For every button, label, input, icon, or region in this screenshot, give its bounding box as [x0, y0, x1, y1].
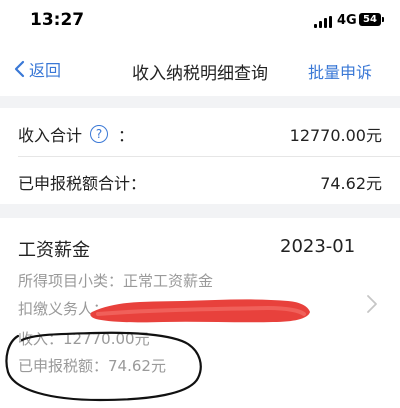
- status-time: 13:27: [30, 10, 85, 30]
- income-total-value: 12770.00元: [289, 126, 382, 145]
- income-total-colon: ：: [118, 126, 135, 145]
- income-total-row: 收入合计 ? ： 12770.00元: [0, 108, 400, 157]
- chevron-left-icon: [14, 60, 25, 78]
- record-period: 2023-01: [280, 236, 356, 257]
- income-total-label: 收入合计: [18, 126, 83, 145]
- tax-total-row: 已申报税额合计： 74.62元: [0, 156, 400, 204]
- income-total-label-group: 收入合计 ? ：: [18, 122, 134, 146]
- chevron-right-icon: [367, 295, 377, 313]
- record-subcategory: 所得项目小类：正常工资薪金: [18, 272, 214, 290]
- tax-total-value: 74.62元: [320, 174, 382, 193]
- hand-drawn-circle: [5, 331, 202, 402]
- tax-total-label: 已申报税额合计：: [18, 174, 147, 193]
- status-bar: 13:27 4G 54: [0, 0, 400, 44]
- section-gap: [0, 204, 400, 218]
- back-button[interactable]: 返回: [14, 58, 61, 80]
- redaction-scribble: [90, 299, 310, 323]
- battery-tip-icon: [382, 17, 384, 22]
- record-card[interactable]: 工资薪金 2023-01 所得项目小类：正常工资薪金 扣缴义务人： 收入：127…: [0, 218, 400, 403]
- nav-bar: 返回 收入纳税明细查询 批量申诉: [0, 44, 400, 96]
- summary-section: 收入合计 ? ： 12770.00元 已申报税额合计： 74.62元: [0, 108, 400, 204]
- signal-icon: [314, 16, 332, 28]
- record-title: 工资薪金: [18, 240, 90, 261]
- network-label: 4G: [337, 13, 357, 28]
- help-icon[interactable]: ?: [90, 125, 109, 143]
- battery-icon: 54: [359, 13, 381, 26]
- back-label: 返回: [29, 61, 62, 80]
- section-gap: [0, 96, 400, 108]
- batch-appeal-button[interactable]: 批量申诉: [308, 59, 372, 83]
